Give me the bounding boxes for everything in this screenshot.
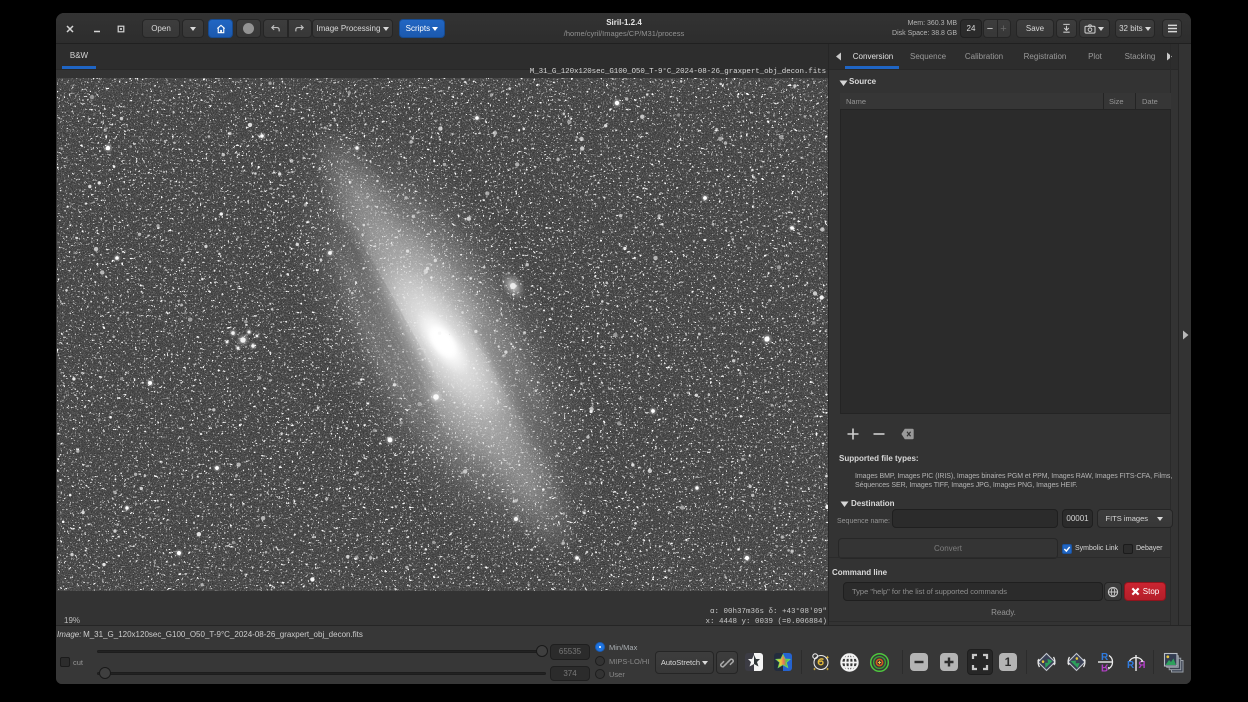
svg-text:R: R xyxy=(1101,662,1109,673)
svg-text:R: R xyxy=(1127,660,1135,671)
